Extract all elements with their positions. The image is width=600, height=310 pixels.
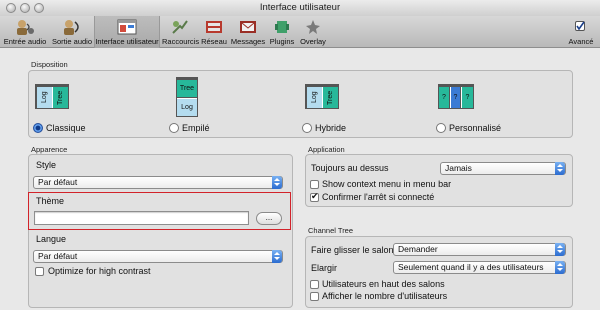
toolbar-item-shortcuts[interactable]: Raccourcis <box>162 16 199 48</box>
advanced-checkbox[interactable] <box>575 21 585 31</box>
preferences-toolbar: Entrée audio Sortie audio Interface util… <box>0 16 600 48</box>
popup-arrows-icon <box>555 162 565 175</box>
style-popup[interactable]: Par défaut <box>33 176 283 189</box>
shortcuts-icon <box>172 20 188 34</box>
theme-browse-button[interactable]: ... <box>256 212 282 225</box>
toolbar-item-messages[interactable]: Messages <box>230 16 266 48</box>
channel-tree-group-title: Channel Tree <box>308 226 354 235</box>
layout-hybrid-preview[interactable]: Log Tree <box>305 84 339 109</box>
audio-input-icon <box>17 20 34 35</box>
toolbar-item-user-interface[interactable]: Interface utilisateur <box>94 16 160 48</box>
network-icon <box>206 21 222 33</box>
popup-arrows-icon <box>555 261 565 274</box>
close-window-button[interactable] <box>6 3 16 13</box>
toolbar-item-overlay[interactable]: Overlay <box>298 16 328 48</box>
layout-stacked-preview[interactable]: Tree Log <box>176 77 198 117</box>
minimize-window-button[interactable] <box>20 3 30 13</box>
context-menu-checkbox[interactable] <box>310 180 319 189</box>
user-interface-icon <box>117 19 137 35</box>
window-title: Interface utilisateur <box>259 2 341 13</box>
radio-personnalise[interactable] <box>436 123 446 133</box>
messages-icon <box>240 21 256 33</box>
drag-channel-label: Faire glisser le salon <box>311 245 394 255</box>
overlay-icon <box>306 20 320 34</box>
theme-input[interactable] <box>34 211 249 225</box>
radio-classique[interactable] <box>33 123 43 133</box>
toolbar-item-advanced[interactable]: Avancé <box>565 16 597 48</box>
expand-popup[interactable]: Seulement quand il y a des utilisateurs <box>393 261 566 274</box>
drag-channel-popup[interactable]: Demander <box>393 243 566 256</box>
popup-arrows-icon <box>555 243 565 256</box>
radio-hybride[interactable] <box>302 123 312 133</box>
toolbar-item-network[interactable]: Réseau <box>199 16 229 48</box>
expand-label: Elargir <box>311 263 338 273</box>
popup-arrows-icon <box>272 250 282 263</box>
theme-label: Thème <box>36 196 65 206</box>
toolbar-item-plugins[interactable]: Plugins <box>267 16 297 48</box>
layout-custom-preview[interactable]: ? ? ? <box>438 84 474 109</box>
toolbar-item-audio-input[interactable]: Entrée audio <box>2 16 48 48</box>
radio-empile[interactable] <box>169 123 179 133</box>
application-group-title: Application <box>308 145 345 154</box>
style-label: Style <box>36 160 57 170</box>
popup-arrows-icon <box>272 176 282 189</box>
users-top-checkbox[interactable] <box>310 280 319 289</box>
disposition-group-title: Disposition <box>31 60 68 69</box>
show-user-count-checkbox[interactable] <box>310 292 319 301</box>
title-bar: Interface utilisateur <box>0 0 600 16</box>
plugins-icon <box>275 21 289 33</box>
checkmark-icon <box>576 21 585 31</box>
layout-classic-preview[interactable]: Log Tree <box>35 84 69 109</box>
langue-popup[interactable]: Par défaut <box>33 250 283 263</box>
high-contrast-checkbox[interactable] <box>35 267 44 276</box>
apparence-group-title: Apparence <box>31 145 68 154</box>
langue-label: Langue <box>36 234 67 244</box>
audio-output-icon <box>64 20 79 35</box>
always-on-top-label: Toujours au dessus <box>311 163 389 173</box>
toolbar-item-audio-output[interactable]: Sortie audio <box>50 16 94 48</box>
confirm-quit-checkbox[interactable] <box>310 191 319 202</box>
zoom-window-button[interactable] <box>34 3 44 13</box>
always-on-top-popup[interactable]: Jamais <box>440 162 566 175</box>
